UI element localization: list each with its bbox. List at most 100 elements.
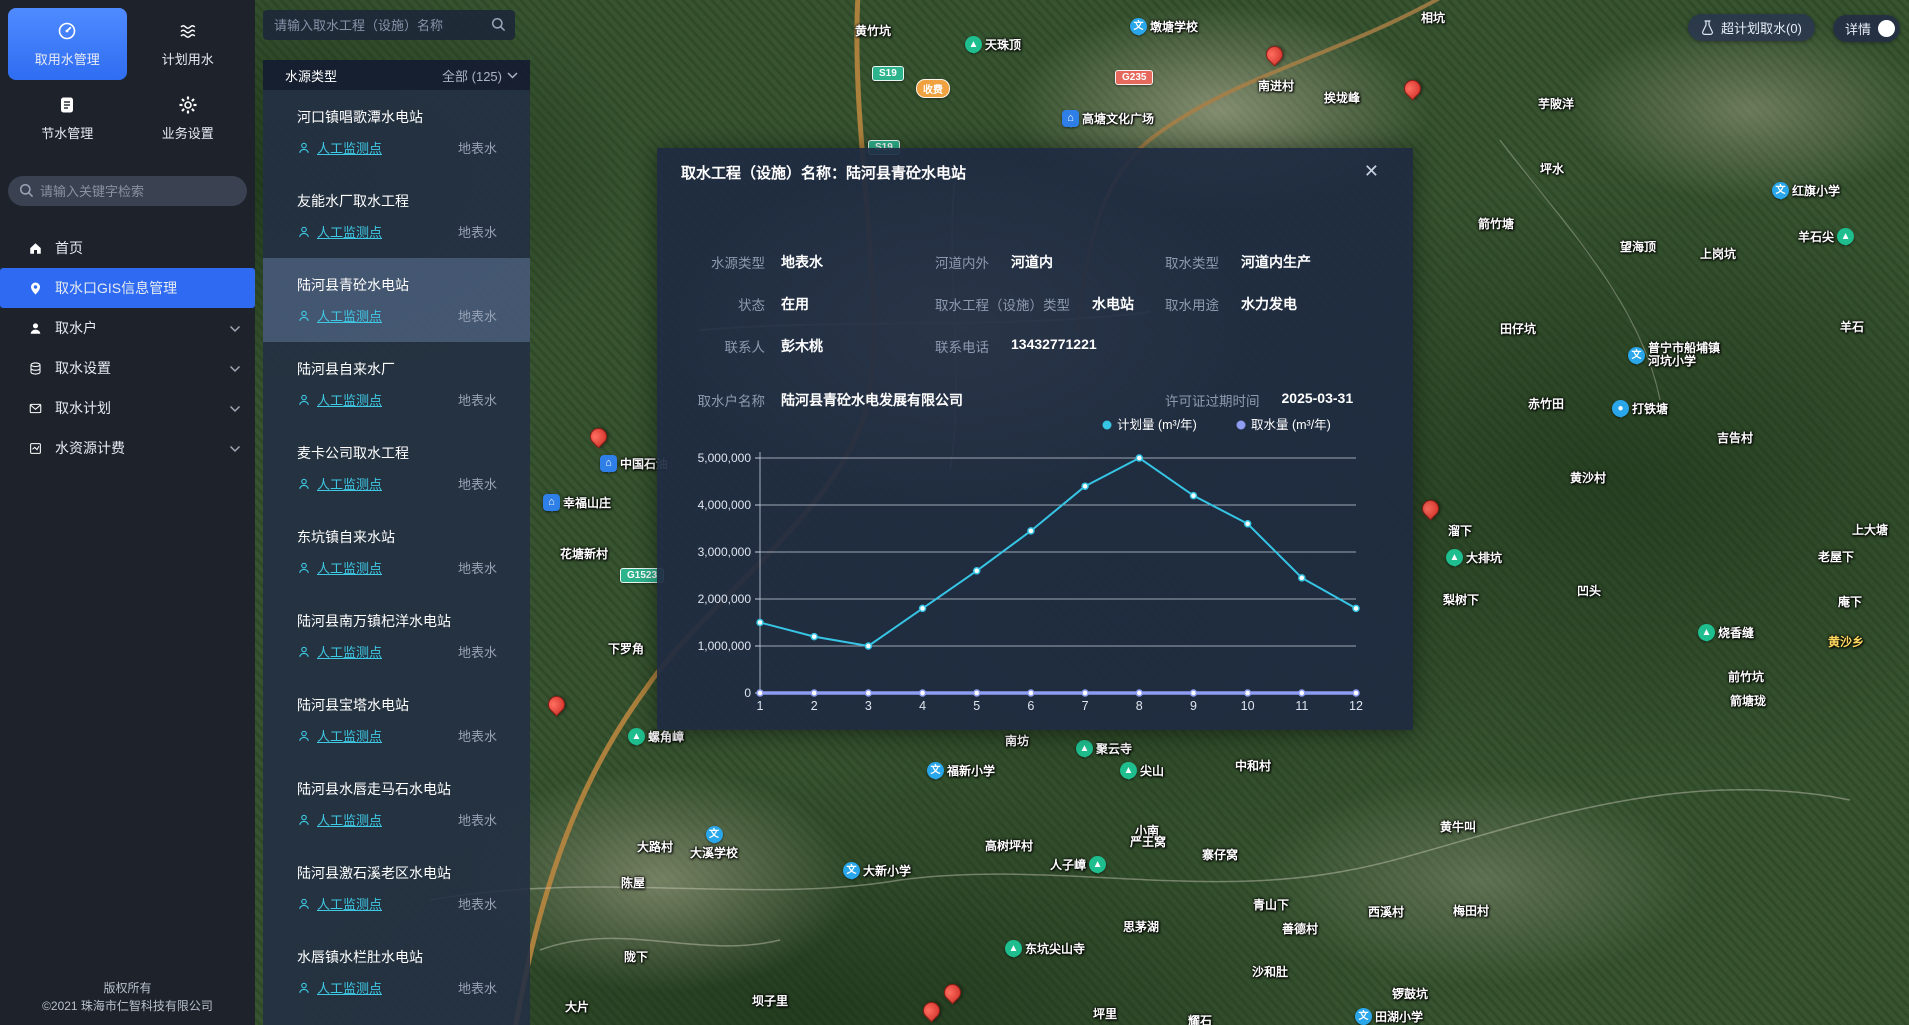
monitor-type-link[interactable]: 人工监测点 bbox=[317, 642, 382, 661]
legend-item[interactable]: 计划量 (m³/年) bbox=[1103, 418, 1197, 432]
app-tile-1[interactable]: 取用水管理 bbox=[8, 8, 127, 80]
monitor-type-link[interactable]: 人工监测点 bbox=[317, 810, 382, 829]
building-icon: ⌂ bbox=[543, 494, 560, 511]
filter-label: 水源类型 bbox=[285, 66, 337, 85]
tile-label: 业务设置 bbox=[162, 123, 214, 142]
sidebar-item-5[interactable]: 取水计划 bbox=[0, 388, 255, 428]
water-source-type: 地表水 bbox=[458, 558, 497, 577]
document-icon bbox=[57, 95, 77, 115]
map-label: 文大新小学 bbox=[843, 862, 911, 879]
person-icon bbox=[297, 225, 311, 239]
field-label: 取水类型 bbox=[1165, 252, 1219, 272]
map-label: 大路村 bbox=[637, 838, 673, 855]
map-label: 大片 bbox=[565, 998, 589, 1015]
station-list-item[interactable]: 友能水厂取水工程人工监测点地表水 bbox=[263, 174, 530, 258]
sidebar-item-4[interactable]: 取水设置 bbox=[0, 348, 255, 388]
detail-toggle[interactable]: 详情 bbox=[1833, 15, 1900, 42]
map-label: 西溪村 bbox=[1368, 903, 1404, 920]
legend-item[interactable]: 取水量 (m³/年) bbox=[1237, 418, 1331, 432]
station-list-item[interactable]: 陆河县激石溪老区水电站人工监测点地表水 bbox=[263, 846, 530, 930]
station-list-item[interactable]: 河口镇唱歌潭水电站人工监测点地表水 bbox=[263, 90, 530, 174]
keyword-search-input[interactable] bbox=[8, 176, 247, 206]
map-label: 文普宁市船埔镇河坑小学 bbox=[1628, 342, 1720, 368]
fuel-icon: ⌂ bbox=[600, 455, 617, 472]
data-point bbox=[1299, 575, 1305, 581]
water-source-type: 地表水 bbox=[458, 726, 497, 745]
legend-dot bbox=[1103, 421, 1112, 430]
water-source-type: 地表水 bbox=[458, 222, 497, 241]
monitor-type-link[interactable]: 人工监测点 bbox=[317, 558, 382, 577]
station-search-input[interactable] bbox=[263, 10, 515, 40]
search-icon[interactable] bbox=[491, 17, 506, 37]
billing-icon bbox=[28, 441, 43, 456]
map-label: 陇下 bbox=[624, 948, 648, 965]
sidebar-item-1[interactable]: 首页 bbox=[0, 228, 255, 268]
station-list-item[interactable]: 陆河县青砼水电站人工监测点地表水 bbox=[263, 258, 530, 342]
mountain-icon: ▲ bbox=[965, 36, 982, 53]
map-label: 高树坪村 bbox=[985, 837, 1033, 854]
person-icon bbox=[297, 393, 311, 407]
y-tick-label: 2,000,000 bbox=[698, 592, 752, 606]
data-point bbox=[757, 690, 763, 696]
station-list-item[interactable]: 麦卡公司取水工程人工监测点地表水 bbox=[263, 426, 530, 510]
modal-title: 取水工程（设施）名称：陆河县青砼水电站 bbox=[681, 162, 966, 183]
map-label: 望海顶 bbox=[1620, 238, 1656, 255]
field: 水源类型地表水 bbox=[665, 252, 823, 272]
field-value: 河道内生产 bbox=[1241, 252, 1311, 272]
monitor-type-link[interactable]: 人工监测点 bbox=[317, 978, 382, 997]
field-value: 彭木桃 bbox=[781, 336, 823, 356]
station-list-item[interactable]: 水唇镇水栏肚水电站人工监测点地表水 bbox=[263, 930, 530, 1014]
x-tick-label: 5 bbox=[973, 699, 980, 713]
x-tick-label: 12 bbox=[1349, 699, 1363, 713]
sidebar-item-3[interactable]: 取水户 bbox=[0, 308, 255, 348]
monitor-type-link[interactable]: 人工监测点 bbox=[317, 390, 382, 409]
monitor-type-link[interactable]: 人工监测点 bbox=[317, 222, 382, 241]
data-point bbox=[1028, 528, 1034, 534]
station-list-item[interactable]: 陆河县南万镇杞洋水电站人工监测点地表水 bbox=[263, 594, 530, 678]
map-label: 梅田村 bbox=[1453, 902, 1489, 919]
station-list-item[interactable]: 东坑镇自来水站人工监测点地表水 bbox=[263, 510, 530, 594]
flask-icon bbox=[1701, 20, 1714, 36]
map-label: 凹头 bbox=[1577, 582, 1601, 599]
poi-icon: ● bbox=[1612, 400, 1629, 417]
map-label: ▲大排坑 bbox=[1446, 549, 1502, 566]
mountain-icon: ▲ bbox=[628, 728, 645, 745]
station-name: 陆河县水唇走马石水电站 bbox=[297, 779, 497, 799]
station-list-panel: 水源类型 全部 (125) 河口镇唱歌潭水电站人工监测点地表水友能水厂取水工程人… bbox=[263, 60, 530, 1025]
sidebar-item-2[interactable]: 取水口GIS信息管理 bbox=[0, 268, 255, 308]
search-icon bbox=[19, 183, 34, 203]
sidebar-item-6[interactable]: 水资源计费 bbox=[0, 428, 255, 468]
app-tile-3[interactable]: 节水管理 bbox=[8, 82, 127, 154]
field-row: 联系人彭木桃联系电话13432771221 bbox=[657, 336, 1413, 356]
station-list-item[interactable]: 陆河县水唇走马石水电站人工监测点地表水 bbox=[263, 762, 530, 846]
monitor-type-link[interactable]: 人工监测点 bbox=[317, 138, 382, 157]
monitor-type-link[interactable]: 人工监测点 bbox=[317, 306, 382, 325]
map-label: 箭塘珑 bbox=[1730, 692, 1766, 709]
user-icon bbox=[28, 321, 43, 336]
person-icon bbox=[297, 981, 311, 995]
monitor-type-link[interactable]: 人工监测点 bbox=[317, 474, 382, 493]
filter-value: 全部 (125) bbox=[442, 66, 502, 85]
field-label: 取水工程（设施）类型 bbox=[935, 294, 1070, 314]
home-icon bbox=[28, 241, 43, 256]
monitor-type-link[interactable]: 人工监测点 bbox=[317, 894, 382, 913]
over-plan-badge[interactable]: 超计划取水(0) bbox=[1688, 14, 1815, 41]
app-tile-2[interactable]: 计划用水 bbox=[129, 8, 248, 80]
station-search bbox=[263, 10, 515, 40]
road-badge: 收费 bbox=[916, 79, 950, 98]
water-source-type: 地表水 bbox=[458, 894, 497, 913]
x-tick-label: 1 bbox=[757, 699, 764, 713]
station-list-item[interactable]: 陆河县自来水厂人工监测点地表水 bbox=[263, 342, 530, 426]
station-detail-modal: 取水工程（设施）名称：陆河县青砼水电站 ✕ 水源类型地表水河道内外河道内取水类型… bbox=[657, 148, 1413, 730]
close-icon[interactable]: ✕ bbox=[1358, 160, 1385, 183]
map-label: 赤竹田 bbox=[1528, 395, 1564, 412]
app-tile-4[interactable]: 业务设置 bbox=[129, 82, 248, 154]
data-point bbox=[974, 690, 980, 696]
filter-dropdown[interactable]: 全部 (125) bbox=[442, 66, 518, 85]
map-label: ▲烧香缝 bbox=[1698, 624, 1754, 641]
field: 取水工程（设施）类型水电站 bbox=[935, 294, 1134, 314]
station-list-item[interactable]: 陆河县宝塔水电站人工监测点地表水 bbox=[263, 678, 530, 762]
map-label: 黄牛叫 bbox=[1440, 818, 1476, 835]
person-icon bbox=[297, 141, 311, 155]
monitor-type-link[interactable]: 人工监测点 bbox=[317, 726, 382, 745]
